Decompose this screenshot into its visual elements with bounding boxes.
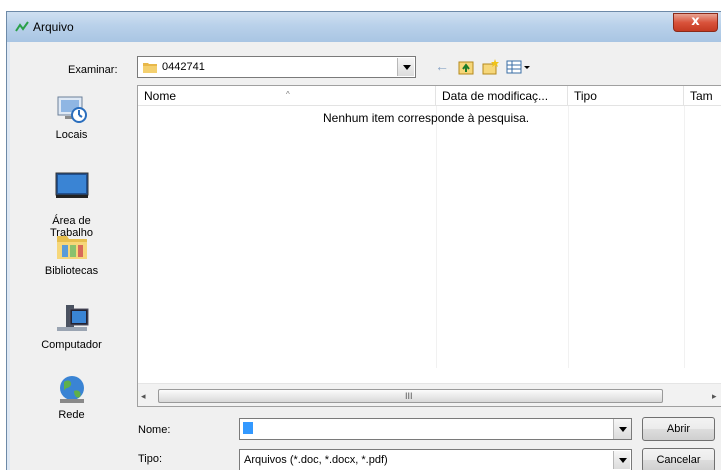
file-dialog-window: Arquivo x Examinar: 0442741 ← Locais Áre… [6,11,721,470]
dialog-client: Examinar: 0442741 ← Locais Área de Traba… [10,42,721,470]
column-divider [436,106,437,368]
place-locais[interactable]: Locais [10,93,133,141]
column-label-tamanho: Tam [690,89,713,103]
back-arrow-icon: ← [435,58,449,74]
empty-message: Nenhum item corresponde à pesquisa. [323,111,530,125]
file-type-combobox[interactable]: Arquivos (*.doc, *.docx, *.pdf) [239,449,632,470]
place-rede[interactable]: Rede [10,373,133,421]
list-header: Nome ^ Data de modificaç... Tipo Tam [138,86,721,106]
cancel-button[interactable]: Cancelar [642,448,715,470]
close-icon: x [691,14,700,29]
look-in-value: 0442741 [162,61,205,73]
network-icon [59,376,84,403]
column-label-tipo: Tipo [574,89,597,103]
close-button[interactable]: x [673,13,718,32]
file-name-input[interactable] [239,418,632,440]
open-button[interactable]: Abrir [642,417,715,441]
place-computador[interactable]: Computador [10,303,133,351]
column-label-data: Data de modificaç... [442,89,549,103]
new-folder-icon[interactable] [482,58,500,76]
look-in-label: Examinar: [68,64,118,76]
title-bar[interactable]: Arquivo x [7,12,721,42]
folder-icon [143,63,157,73]
place-area-de-trabalho[interactable]: Área de Trabalho [10,159,133,239]
scroll-right-icon[interactable]: ▸ [712,391,717,402]
app-icon [15,21,29,32]
view-menu-icon [506,60,530,74]
view-menu-button[interactable] [506,58,532,76]
libraries-icon [56,236,87,259]
back-button[interactable]: ← [435,58,451,76]
column-header-tamanho[interactable]: Tam [684,86,721,106]
place-bibliotecas[interactable]: Bibliotecas [10,231,133,277]
column-header-tipo[interactable]: Tipo [568,86,684,106]
recent-places-icon [57,96,87,123]
column-header-data[interactable]: Data de modificaç... [436,86,568,106]
file-type-label: Tipo: [138,453,163,465]
file-name-label: Nome: [138,424,171,436]
place-label-bibliotecas: Bibliotecas [44,265,99,277]
file-type-dropdown-button[interactable] [613,451,630,469]
places-bar: Locais Área de Trabalho Bibliotecas Comp… [10,85,133,470]
look-in-dropdown-button[interactable] [397,58,414,76]
place-label-rede: Rede [58,409,85,421]
window-title: Arquivo [33,20,74,34]
desktop-icon [55,172,88,198]
column-divider [684,106,685,368]
up-folder-icon[interactable] [458,58,474,76]
scroll-grip-icon: III [405,391,413,401]
selected-text-highlight [243,422,253,434]
place-label-computador: Computador [41,339,102,351]
look-in-combobox[interactable]: 0442741 [137,56,416,78]
scroll-thumb[interactable]: III [158,389,663,403]
file-type-value: Arquivos (*.doc, *.docx, *.pdf) [244,454,388,466]
column-header-nome[interactable]: Nome ^ [138,86,436,106]
file-name-dropdown-button[interactable] [613,419,631,439]
file-list[interactable]: Nome ^ Data de modificaç... Tipo Tam Nen… [137,85,721,407]
place-label-locais: Locais [55,129,88,141]
sort-ascending-icon: ^ [286,90,290,99]
computer-icon [56,305,88,331]
scroll-left-icon[interactable]: ◂ [141,391,146,402]
horizontal-scrollbar[interactable]: ◂ III ▸ [138,383,721,406]
column-label-nome: Nome [144,89,177,103]
column-divider [568,106,569,368]
